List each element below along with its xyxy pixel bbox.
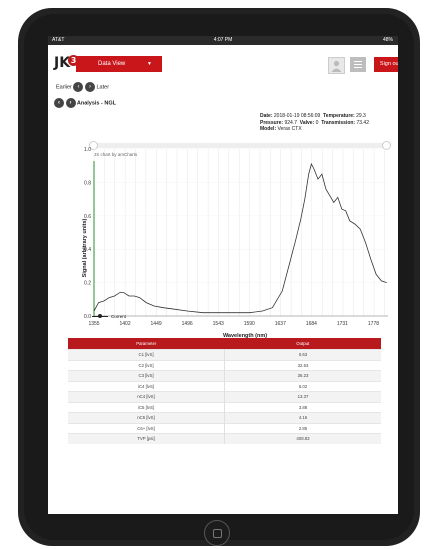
- output-cell: 13.37: [224, 391, 381, 402]
- chart-legend[interactable]: Current: [92, 314, 126, 319]
- parameter-cell: nC4 [lvS]: [68, 391, 225, 402]
- y-tick-label: 0.8: [84, 180, 91, 186]
- table-row: TVP [psi] 408.83: [68, 433, 381, 444]
- output-cell: 4.16: [224, 412, 381, 423]
- temperature-value: 29.3: [356, 113, 366, 119]
- parameter-cell: iC5 [lvS]: [68, 401, 225, 413]
- model-value: Verax CTX: [277, 126, 302, 132]
- valve-value: 0: [315, 119, 319, 126]
- output-cell: 32.53: [224, 359, 381, 371]
- chart-grid: [93, 148, 388, 317]
- temperature-label: Temperature:: [323, 113, 355, 119]
- parameter-cell: C2 [lvS]: [68, 359, 225, 371]
- earlier-label: Earlier: [56, 84, 72, 91]
- measurement-meta: Date: 2018-01-19 08:56:09 Temperature: 2…: [260, 113, 369, 133]
- y-tick-label: 1.0: [84, 147, 91, 153]
- x-tick-label: 1637: [275, 321, 286, 327]
- table-row: nC4 [lvS] 13.37: [68, 391, 381, 402]
- x-tick-label: 1684: [306, 321, 317, 327]
- pressure-value: 924.7: [284, 119, 297, 126]
- date-label: Date:: [260, 113, 273, 119]
- chart-credit: JS chart by amCharts: [94, 152, 138, 157]
- results-table: Parameter Output C1 [lvS] 0.63 C2 [lvS] 32.…: [68, 338, 381, 444]
- x-tick-label: 1778: [368, 321, 379, 327]
- table-row: iC4 [lvS] 6.02: [68, 380, 381, 392]
- output-cell: 408.83: [224, 433, 381, 444]
- legend-label: Current: [111, 314, 127, 319]
- table-row: nC5 [lvS] 4.16: [68, 412, 381, 423]
- parameter-cell: nC5 [lvS]: [68, 412, 225, 423]
- y-tick-label: 0.0: [84, 314, 91, 320]
- table-row: C2 [lvS] 32.53: [68, 359, 381, 371]
- battery-indicator: 48%: [382, 37, 393, 43]
- x-tick-label: 1402: [119, 321, 130, 327]
- later-label: Later: [96, 84, 110, 91]
- caret-down-icon: ▼: [147, 61, 152, 67]
- x-tick-label: 1590: [244, 321, 255, 327]
- history-nav: Earlier ‹ › Later: [56, 82, 109, 92]
- table-body: C1 [lvS] 0.63 C2 [lvS] 32.53 C3 [lvS] 36.23 iC…: [68, 349, 381, 444]
- clock: 4:07 PM: [213, 37, 233, 43]
- x-tick-label: 1731: [337, 321, 348, 327]
- output-cell: 3.88: [224, 401, 381, 413]
- user-icon[interactable]: [328, 57, 345, 74]
- y-axis-title: Signal (arbitrary units): [82, 218, 88, 277]
- x-axis-ticks: 1355 1402 1449 1496 1543 1590 1637 1684 1731 1778: [88, 321, 379, 327]
- hamburger-menu-icon[interactable]: [350, 57, 366, 72]
- parameter-cell: C6+ [lvS]: [68, 422, 225, 434]
- table-row: C3 [lvS] 36.23: [68, 370, 381, 381]
- status-bar: AT&T 4:07 PM 48%: [48, 36, 398, 45]
- transmission-value: 73.42: [356, 119, 369, 126]
- parameter-cell: C1 [lvS]: [68, 349, 225, 360]
- output-cell: 36.23: [224, 370, 381, 381]
- data-view-dropdown[interactable]: Data View ▼: [76, 56, 162, 72]
- y-tick-label: 0.2: [84, 281, 91, 287]
- model-label: Model:: [260, 126, 277, 132]
- pressure-label: Pressure:: [260, 119, 284, 126]
- parameter-cell: C3 [lvS]: [68, 370, 225, 381]
- screen: AT&T 4:07 PM 48% JK3 Data View ▼ Sign ou…: [48, 36, 398, 514]
- x-tick-label: 1496: [182, 321, 193, 327]
- output-cell: 6.02: [224, 380, 381, 392]
- home-button[interactable]: [204, 520, 230, 546]
- chevron-left-icon[interactable]: ‹: [73, 82, 84, 92]
- x-tick-label: 1355: [88, 321, 99, 327]
- header-parameter: Parameter: [68, 338, 225, 350]
- table-row: C1 [lvS] 0.63: [68, 349, 381, 360]
- parameter-cell: TVP [psi]: [68, 433, 225, 444]
- data-view-label: Data View: [98, 61, 126, 67]
- header-output: Output: [224, 338, 381, 350]
- sign-out-button[interactable]: Sign out: [374, 57, 398, 72]
- legend-marker-icon: [92, 314, 108, 319]
- table-row: iC5 [lvS] 3.88: [68, 401, 381, 413]
- chevron-right-icon[interactable]: ›: [84, 82, 95, 92]
- analysis-nav: ‹ › Analysis - NGL: [54, 98, 116, 108]
- analysis-title: Analysis - NGL: [76, 100, 116, 107]
- app-header: JK3 Data View ▼ Sign out: [48, 45, 398, 75]
- valve-label: Valve:: [299, 119, 315, 126]
- analysis-next-icon[interactable]: ›: [65, 98, 76, 108]
- output-cell: 0.63: [224, 349, 381, 360]
- transmission-label: Transmission:: [321, 119, 356, 126]
- output-cell: 2.85: [224, 422, 381, 434]
- table-row: C6+ [lvS] 2.85: [68, 422, 381, 434]
- x-tick-label: 1449: [151, 321, 162, 327]
- date-value: 2018-01-19 08:56:09: [273, 113, 321, 119]
- parameter-cell: iC4 [lvS]: [68, 380, 225, 392]
- x-tick-label: 1543: [213, 321, 224, 327]
- analysis-prev-icon[interactable]: ‹: [54, 98, 64, 108]
